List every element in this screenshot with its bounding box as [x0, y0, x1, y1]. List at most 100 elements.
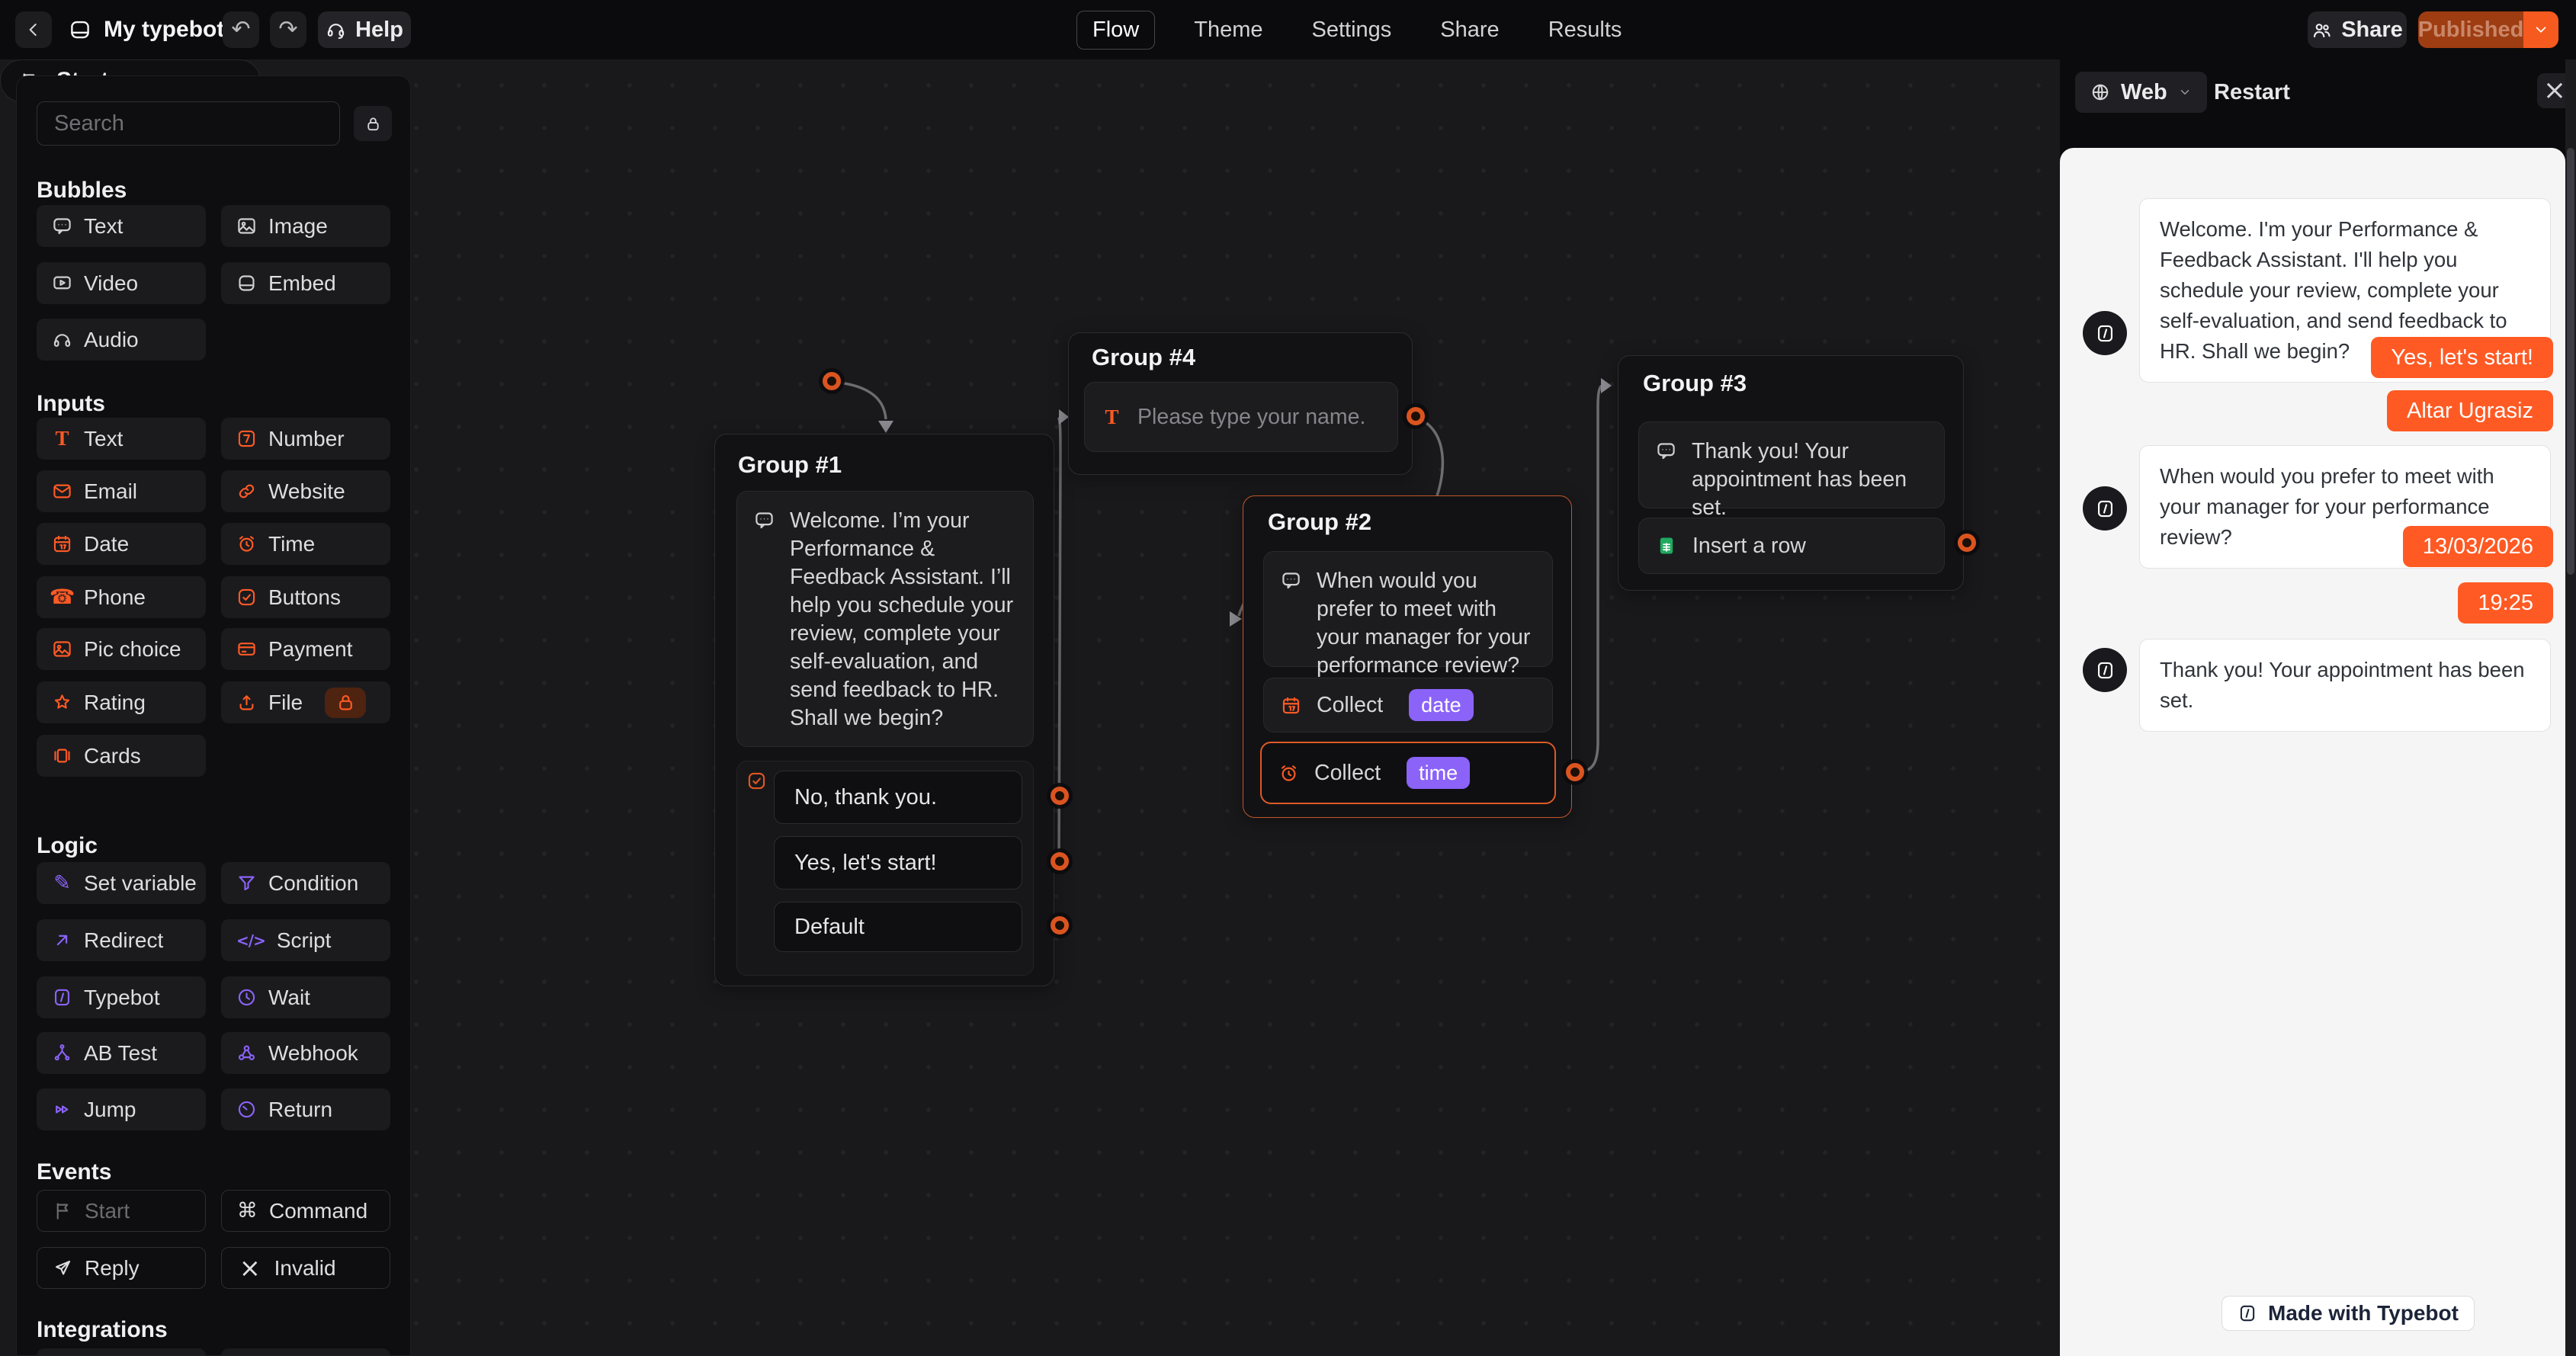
group-3-sheets-block[interactable]: Insert a row: [1638, 518, 1945, 574]
block-item-cards[interactable]: Cards: [37, 735, 206, 777]
chevron-down-icon: [2178, 85, 2192, 99]
event-item-reply[interactable]: Reply: [37, 1247, 206, 1289]
block-item-image[interactable]: Image: [221, 205, 390, 247]
restart-button[interactable]: Restart: [2214, 72, 2290, 113]
tab-theme[interactable]: Theme: [1184, 11, 1272, 50]
block-item-text-input[interactable]: T Text: [37, 418, 206, 460]
undo-button[interactable]: ↶: [223, 11, 259, 48]
scrollbar-thumb[interactable]: [2567, 148, 2574, 575]
group-4-text-input-block[interactable]: T Please type your name.: [1084, 382, 1398, 452]
headset-icon: [326, 20, 346, 40]
block-item-integration[interactable]: [221, 1348, 390, 1355]
redo-button[interactable]: ↷: [270, 11, 306, 48]
block-item-integration[interactable]: [37, 1348, 206, 1355]
block-item-audio[interactable]: Audio: [37, 319, 206, 361]
group-2-time-block[interactable]: Collect time: [1260, 742, 1556, 804]
check-square-icon: [236, 587, 257, 607]
editor-tabs: Flow Theme Settings Share Results: [1076, 0, 1631, 59]
share-button[interactable]: Share: [2308, 11, 2407, 48]
block-item-typebot[interactable]: Typebot: [37, 976, 206, 1018]
block-item-number[interactable]: Number: [221, 418, 390, 460]
block-item-text-bubble[interactable]: Text: [37, 205, 206, 247]
block-item-payment[interactable]: Payment: [221, 628, 390, 670]
group-1-text-block[interactable]: Welcome. I’m your Performance & Feedback…: [736, 491, 1034, 747]
runtime-label: Web: [2121, 79, 2167, 104]
back-button[interactable]: [15, 11, 52, 48]
published-button[interactable]: Published: [2418, 11, 2523, 48]
runtime-dropdown[interactable]: Web: [2075, 72, 2207, 113]
group-4-title: Group #4: [1092, 344, 1196, 370]
people-icon: [2311, 20, 2332, 40]
block-item-pic-choice[interactable]: Pic choice: [37, 628, 206, 670]
block-item-condition[interactable]: Condition: [221, 862, 390, 904]
tab-flow[interactable]: Flow: [1076, 10, 1156, 50]
group-2-date-block[interactable]: Collect date: [1263, 678, 1553, 732]
publish-dropdown-button[interactable]: [2523, 11, 2558, 48]
connection-dot-group-4[interactable]: [1407, 407, 1425, 425]
group-2[interactable]: Group #2 When would you prefer to meet w…: [1243, 495, 1572, 818]
block-item-email[interactable]: Email: [37, 470, 206, 512]
tab-share[interactable]: Share: [1430, 11, 1509, 50]
block-item-return[interactable]: Return: [221, 1088, 390, 1130]
redo-icon: ↷: [278, 16, 298, 43]
block-item-embed[interactable]: Embed: [221, 262, 390, 304]
tab-results[interactable]: Results: [1538, 11, 1632, 50]
sidebar-lock-button[interactable]: [354, 106, 392, 141]
group-3[interactable]: Group #3 Thank you! Your appointment has…: [1618, 355, 1964, 591]
choice-item[interactable]: Default: [774, 902, 1022, 952]
return-icon: [236, 1099, 257, 1120]
chat-bubble-icon: [754, 510, 775, 531]
group-4[interactable]: Group #4 T Please type your name.: [1068, 332, 1413, 475]
block-item-file[interactable]: File: [221, 681, 390, 723]
connection-dot-group-3[interactable]: [1958, 534, 1976, 552]
group-1-buttons-block[interactable]: No, thank you. Yes, let's start! Default: [736, 761, 1034, 976]
block-item-set-variable[interactable]: ✎ Set variable: [37, 862, 206, 904]
embed-icon: [236, 273, 257, 293]
event-item-command[interactable]: ⌘ Command: [221, 1190, 390, 1232]
block-item-buttons[interactable]: Buttons: [221, 576, 390, 618]
picture-icon: [52, 639, 72, 659]
block-item-webhook[interactable]: Webhook: [221, 1032, 390, 1074]
block-item-ab-test[interactable]: AB Test: [37, 1032, 206, 1074]
block-item-phone[interactable]: ☎ Phone: [37, 576, 206, 618]
connection-dot-choice-3[interactable]: [1051, 916, 1069, 934]
block-item-website[interactable]: Website: [221, 470, 390, 512]
chat-bubble-icon: [1281, 570, 1301, 591]
block-item-video[interactable]: Video: [37, 262, 206, 304]
collect-time-label: Collect: [1314, 760, 1381, 785]
group-4-placeholder: Please type your name.: [1137, 404, 1366, 429]
image-icon: [236, 216, 257, 236]
block-item-wait[interactable]: Wait: [221, 976, 390, 1018]
funnel-icon: [236, 873, 257, 893]
headphones-icon: [52, 329, 72, 350]
block-item-jump[interactable]: Jump: [37, 1088, 206, 1130]
choice-item[interactable]: Yes, let's start!: [774, 836, 1022, 890]
tab-settings[interactable]: Settings: [1302, 11, 1402, 50]
connection-dot-group-2[interactable]: [1566, 763, 1584, 781]
group-1[interactable]: Group #1 Welcome. I’m your Performance &…: [714, 434, 1054, 986]
collect-date-label: Collect: [1317, 692, 1384, 717]
block-item-rating[interactable]: Rating: [37, 681, 206, 723]
choice-item[interactable]: No, thank you.: [774, 771, 1022, 824]
typebot-logo-icon: [2095, 498, 2116, 519]
event-item-invalid[interactable]: × Invalid: [221, 1247, 390, 1289]
block-item-script[interactable]: </> Script: [221, 919, 390, 961]
block-item-time[interactable]: Time: [221, 523, 390, 565]
search-input[interactable]: [37, 101, 340, 146]
text-input-icon: T: [55, 427, 69, 450]
group-2-text-block[interactable]: When would you prefer to meet with your …: [1263, 551, 1553, 678]
block-item-date[interactable]: Date: [37, 523, 206, 565]
block-item-redirect[interactable]: Redirect: [37, 919, 206, 961]
connection-dot-start[interactable]: [823, 372, 841, 390]
email-icon: [52, 481, 72, 502]
google-sheets-icon: [1656, 535, 1677, 556]
preview-panel: Web Restart × Welcome. I'm your Performa…: [2060, 59, 2576, 1356]
made-with-typebot-badge[interactable]: Made with Typebot: [2222, 1296, 2475, 1331]
help-button[interactable]: Help: [318, 11, 411, 48]
split-icon: [52, 1043, 72, 1063]
connection-dot-choice-2[interactable]: [1051, 852, 1069, 870]
flag-icon: [53, 1201, 73, 1221]
connection-dot-choice-1[interactable]: [1051, 787, 1069, 805]
group-3-text-block[interactable]: Thank you! Your appointment has been set…: [1638, 422, 1945, 520]
bot-avatar: [2083, 311, 2127, 355]
